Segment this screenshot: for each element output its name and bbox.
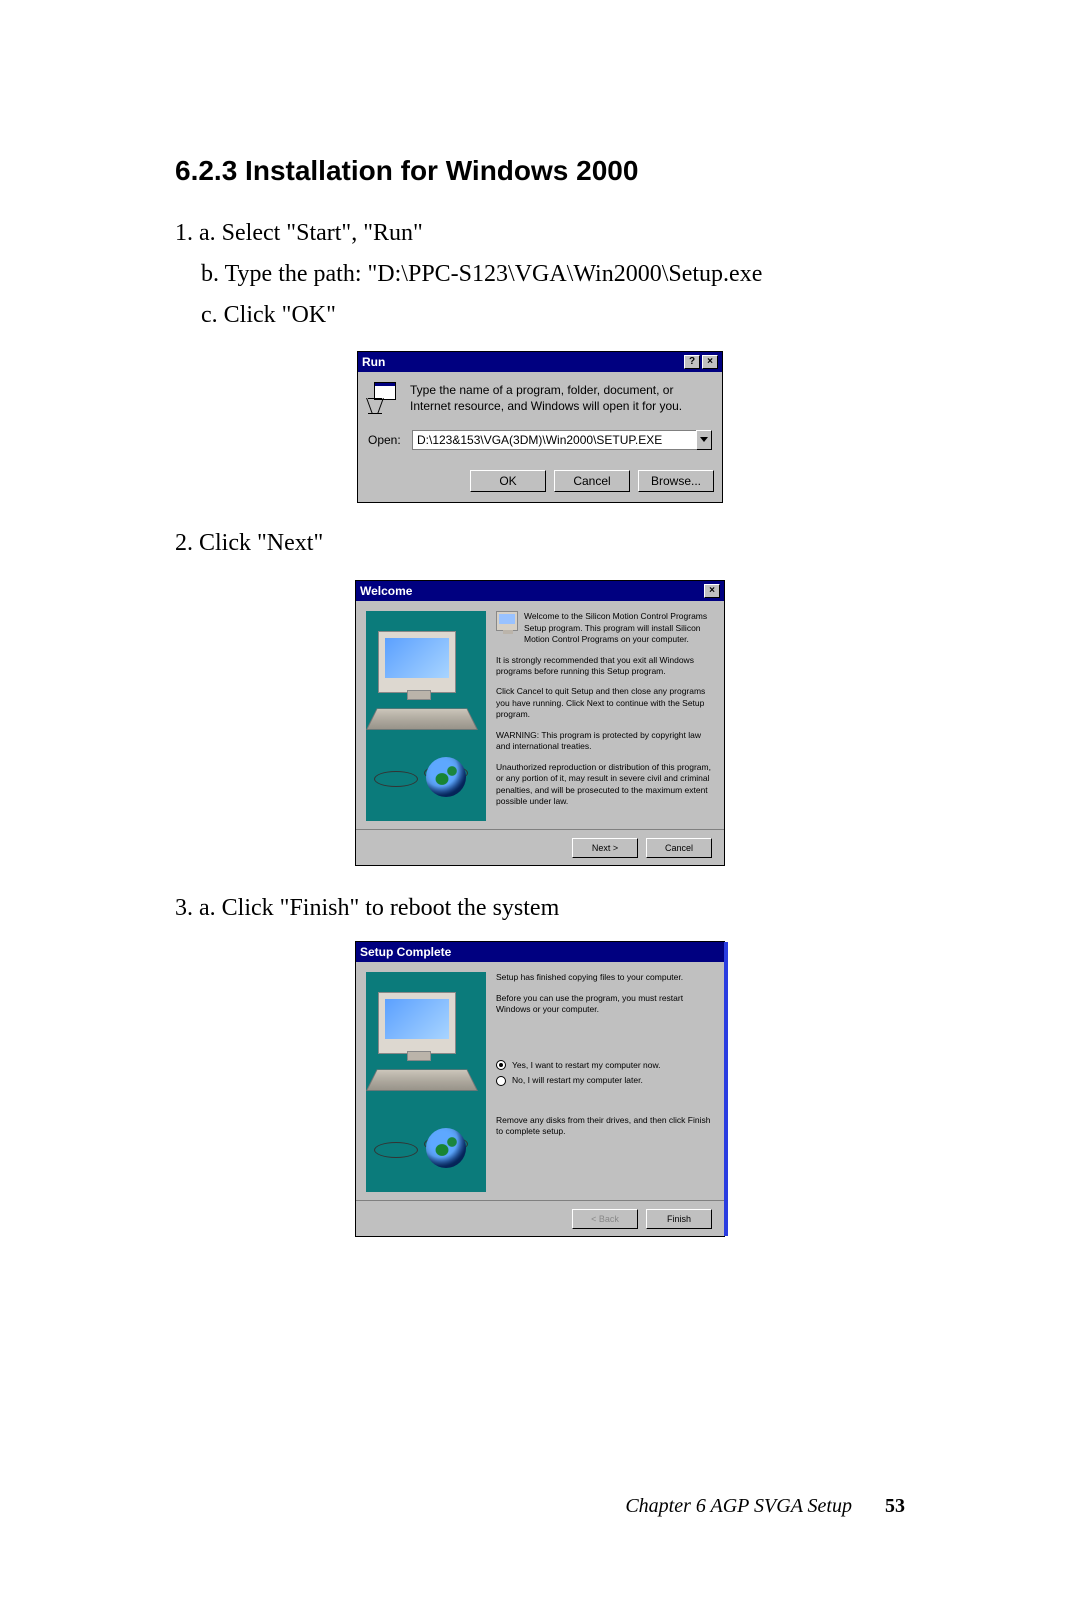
dropdown-icon[interactable] [696,430,712,450]
finish-button[interactable]: Finish [646,1209,712,1229]
complete-titlebar: Setup Complete [356,942,724,962]
run-titlebar: Run ? × [358,352,722,372]
welcome-p4: WARNING: This program is protected by co… [496,730,714,753]
restart-later-label: No, I will restart my computer later. [512,1075,643,1086]
radio-unchecked-icon [496,1076,506,1086]
restart-now-option[interactable]: Yes, I want to restart my computer now. [496,1060,714,1071]
complete-p3: Remove any disks from their drives, and … [496,1115,714,1138]
welcome-p3: Click Cancel to quit Setup and then clos… [496,686,714,720]
next-button[interactable]: Next > [572,838,638,858]
welcome-p5: Unauthorized reproduction or distributio… [496,762,714,808]
step-1c: c. Click "OK" [201,297,905,334]
open-input[interactable] [412,430,696,450]
welcome-p1: Welcome to the Silicon Motion Control Pr… [524,611,714,645]
welcome-dialog: Welcome × Welcome to the Silicon Motion … [355,580,725,866]
run-description: Type the name of a program, folder, docu… [410,382,712,414]
run-dialog: Run ? × Type the name of a program, fold… [357,351,723,503]
close-icon[interactable]: × [702,355,718,369]
section-heading: 6.2.3 Installation for Windows 2000 [175,155,905,187]
open-combobox[interactable] [412,430,712,450]
browse-button[interactable]: Browse... [638,470,714,492]
cancel-button[interactable]: Cancel [646,838,712,858]
welcome-p2: It is strongly recommended that you exit… [496,655,714,678]
complete-p2: Before you can use the program, you must… [496,993,714,1016]
step-2: 2. Click "Next" [175,525,905,562]
welcome-title-text: Welcome [360,584,702,598]
wizard-graphic [366,611,486,821]
run-title-text: Run [362,355,682,369]
wizard-graphic [366,972,486,1192]
restart-now-label: Yes, I want to restart my computer now. [512,1060,661,1071]
open-label: Open: [368,433,404,447]
setup-complete-dialog: Setup Complete Setup has finished copyin… [355,941,725,1237]
footer-chapter: Chapter 6 AGP SVGA Setup [625,1495,852,1517]
complete-title-text: Setup Complete [360,945,720,959]
cancel-button[interactable]: Cancel [554,470,630,492]
radio-checked-icon [496,1060,506,1070]
close-icon[interactable]: × [704,584,720,598]
setup-pc-icon [496,611,518,631]
restart-later-option[interactable]: No, I will restart my computer later. [496,1075,714,1086]
page-footer: Chapter 6 AGP SVGA Setup 53 [625,1495,905,1518]
welcome-titlebar: Welcome × [356,581,724,601]
step-3: 3. a. Click "Finish" to reboot the syste… [175,890,905,927]
complete-p1: Setup has finished copying files to your… [496,972,714,983]
step-1b: b. Type the path: "D:\PPC-S123\VGA\Win20… [201,256,905,293]
step-1a: 1. a. Select "Start", "Run" [175,215,905,252]
back-button: < Back [572,1209,638,1229]
page-number: 53 [885,1495,905,1517]
help-icon[interactable]: ? [684,355,700,369]
ok-button[interactable]: OK [470,470,546,492]
run-program-icon [368,382,400,414]
